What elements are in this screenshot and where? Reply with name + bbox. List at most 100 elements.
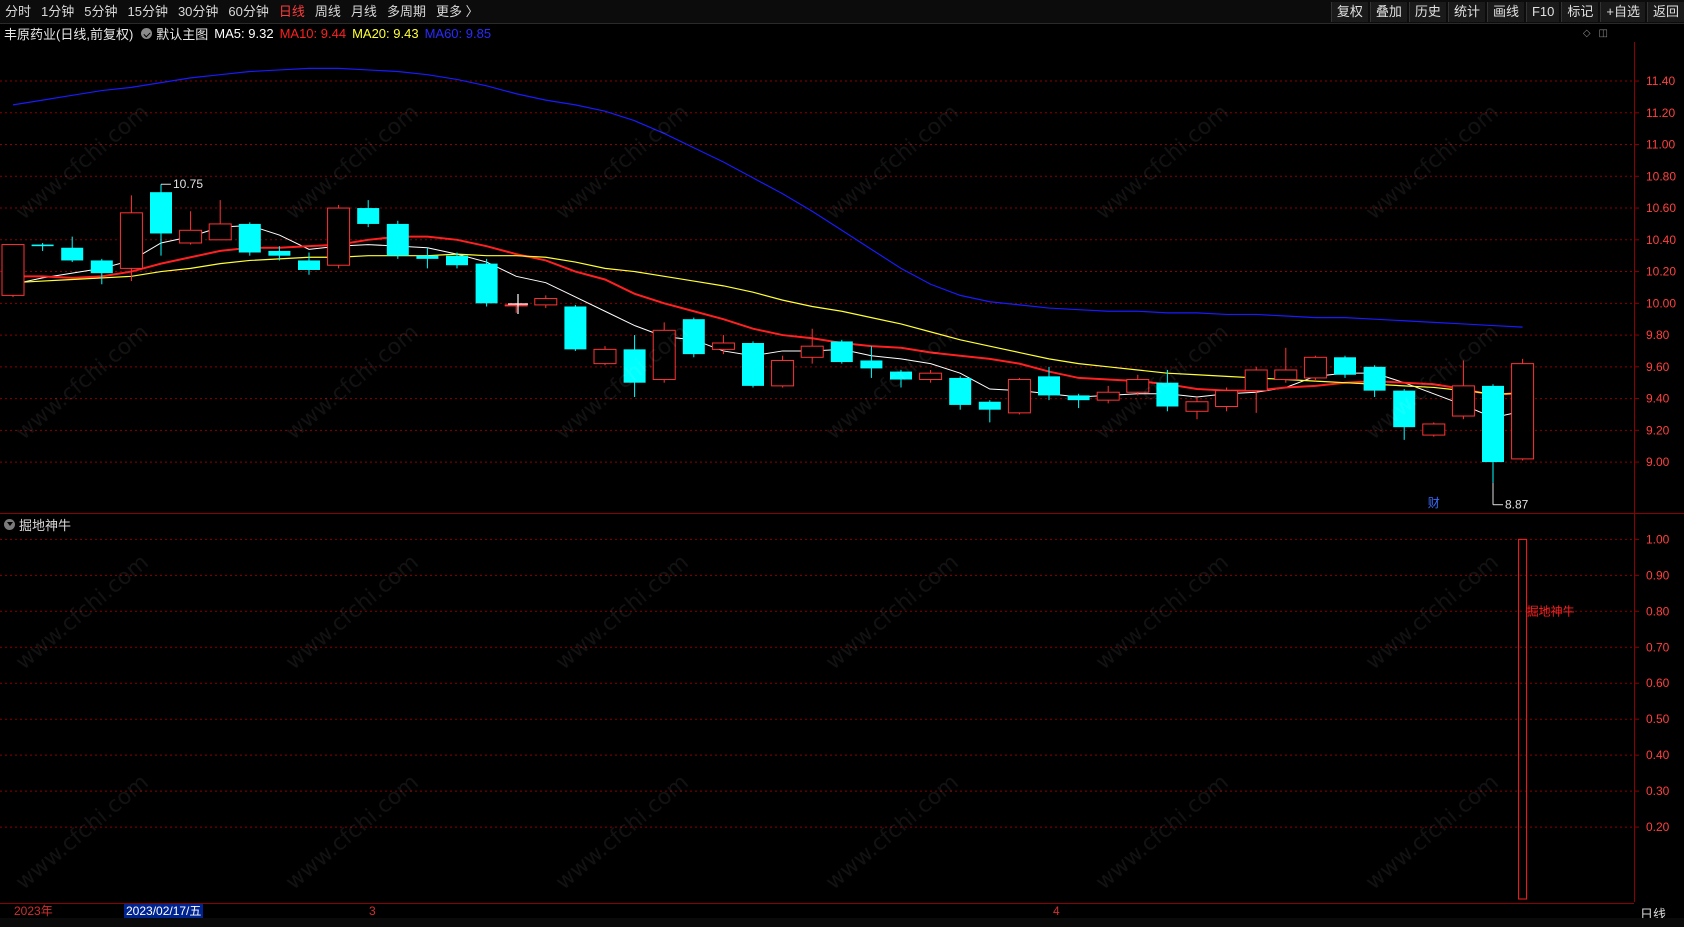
candle-body: [682, 319, 705, 355]
indicator-tick-label: 0.80: [1646, 604, 1670, 618]
period-tab-7[interactable]: 周线: [310, 0, 346, 24]
candle-body: [564, 306, 587, 350]
candle-body: [208, 223, 232, 241]
candle-body: [652, 329, 676, 381]
candle: [1126, 374, 1150, 396]
candle: [179, 211, 203, 245]
candle: [593, 346, 617, 366]
ma20-value: MA20: 9.43: [352, 25, 419, 41]
candle: [475, 258, 498, 307]
period-tab-9[interactable]: 多周期: [382, 0, 431, 24]
tool-button-0[interactable]: 复权: [1330, 2, 1368, 22]
candle: [1274, 347, 1298, 383]
candle: [1156, 369, 1179, 412]
high-marker-label: 10.75: [173, 177, 203, 191]
candle-body: [800, 345, 824, 358]
candle: [31, 242, 54, 251]
candle-body: [1451, 385, 1475, 417]
price-tick-label: 10.40: [1646, 233, 1676, 247]
price-tick-label: 10.00: [1646, 296, 1676, 310]
period-tabs: 分时 1分钟 5分钟 15分钟 30分钟 60分钟 日线 周线 月线 多周期 更多 〉: [0, 0, 484, 24]
candle-body: [31, 244, 54, 247]
tool-button-3[interactable]: 统计: [1447, 2, 1485, 22]
candle: [1451, 360, 1475, 420]
panel-toggle-icon[interactable]: ◫: [1599, 28, 1608, 39]
price-tick-label: 9.80: [1646, 328, 1670, 342]
period-tab-4[interactable]: 30分钟: [173, 0, 223, 24]
candle-body: [327, 207, 351, 266]
indicator-title[interactable]: 掘地神牛: [4, 515, 71, 534]
tool-button-7[interactable]: +自选: [1600, 2, 1645, 22]
period-tab-8[interactable]: 月线: [346, 0, 382, 24]
candle: [771, 355, 795, 388]
finance-event-marker: 财: [1428, 496, 1440, 510]
indicator-tick-label: 0.70: [1646, 640, 1670, 654]
candle-body: [1393, 390, 1416, 428]
candle-body: [90, 260, 113, 274]
candle: [830, 339, 853, 364]
tool-button-5[interactable]: F10: [1525, 2, 1560, 22]
tool-button-2[interactable]: 历史: [1408, 2, 1446, 22]
low-marker-label: 8.87: [1505, 498, 1529, 512]
indicator-tick-label: 0.50: [1646, 712, 1670, 726]
candle: [416, 247, 439, 269]
candle-body: [830, 341, 853, 363]
period-tab-3[interactable]: 15分钟: [122, 0, 172, 24]
candle-body: [119, 212, 143, 269]
chart-tools: 复权 叠加 历史 统计 画线 F10 标记 +自选 返回: [1329, 0, 1684, 24]
tool-button-1[interactable]: 叠加: [1369, 2, 1407, 22]
candle: [800, 328, 824, 364]
candle: [1363, 365, 1386, 397]
price-tick-label: 10.80: [1646, 169, 1676, 183]
template-name[interactable]: 默认主图: [156, 24, 208, 43]
candle-body: [1215, 390, 1239, 408]
template-selector-icon[interactable]: [141, 27, 153, 39]
ma5-line: [12, 225, 1523, 419]
period-tab-0[interactable]: 分时: [0, 0, 36, 24]
panel-divider[interactable]: [0, 513, 1684, 514]
candle: [742, 341, 764, 388]
period-tab-1[interactable]: 1分钟: [36, 0, 79, 24]
candle: [711, 335, 735, 355]
date-year-label: 2023年: [14, 904, 53, 918]
candle-body: [711, 342, 735, 350]
indicator-tick-label: 0.20: [1646, 820, 1670, 834]
indicator-tick-label: 0.30: [1646, 784, 1670, 798]
candle-body: [1482, 385, 1504, 463]
signal-label: 掘地神牛: [1527, 603, 1575, 618]
date-axis: 2023年 2023/02/17/五 3 4: [0, 903, 1634, 918]
candle: [1482, 384, 1504, 483]
ma10-value: MA10: 9.44: [279, 25, 347, 41]
candle-body: [150, 192, 172, 234]
candle-body: [1007, 379, 1031, 414]
candle: [357, 200, 380, 228]
bottom-strip: [0, 918, 1684, 927]
candle: [1038, 366, 1060, 401]
candle-body: [268, 250, 291, 256]
price-tick-label: 10.20: [1646, 265, 1676, 279]
period-tab-6[interactable]: 日线: [274, 0, 310, 24]
indicator-menu-icon[interactable]: [4, 519, 15, 530]
period-tab-10[interactable]: 更多 〉: [431, 0, 484, 24]
tool-button-8[interactable]: 返回: [1646, 2, 1684, 22]
candle: [890, 369, 912, 388]
ma60-value: MA60: 9.85: [424, 25, 492, 41]
candle-body: [1511, 363, 1535, 460]
period-tab-5[interactable]: 60分钟: [223, 0, 273, 24]
date-month-3: 3: [369, 904, 376, 918]
candle-body: [1067, 395, 1090, 401]
tool-button-6[interactable]: 标记: [1561, 2, 1599, 22]
candle-body: [179, 229, 203, 244]
ma5-value: MA5: 9.32: [214, 25, 274, 41]
candle-body: [475, 263, 498, 304]
candle: [1393, 389, 1416, 440]
indicator-chart[interactable]: 0.20 0.30 0.40 0.50 0.60 0.70 0.80 0.90 1.00 掘地神牛: [0, 515, 1684, 903]
period-tab-2[interactable]: 5分钟: [79, 0, 122, 24]
diamond-icon[interactable]: ◇: [1583, 28, 1591, 39]
candle: [208, 200, 232, 241]
candle: [1215, 387, 1239, 412]
main-kline-chart[interactable]: 9.00 9.20 9.40 9.60 9.80 10.00 10.20 10.40 10.60…: [0, 42, 1684, 513]
date-month-4: 4: [1053, 904, 1060, 918]
candle-body: [1185, 401, 1209, 412]
tool-button-4[interactable]: 画线: [1486, 2, 1524, 22]
